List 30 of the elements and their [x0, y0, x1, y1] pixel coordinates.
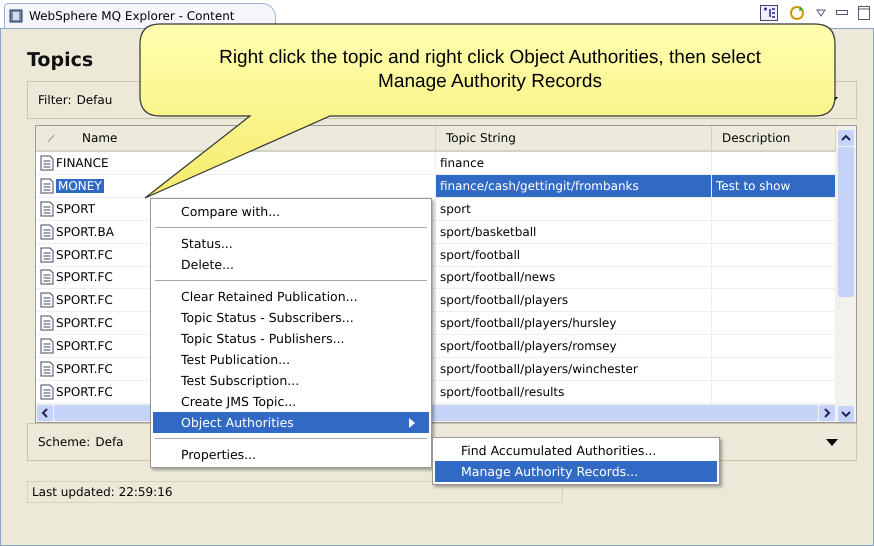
table-cell: SPORT.FC: [56, 293, 113, 308]
table-cell: SPORT.BA: [56, 224, 114, 239]
table-cell: SPORT.FC: [56, 362, 113, 376]
table-cell: sport/football/players/winchester: [440, 362, 638, 376]
filter-value: Defau: [76, 93, 114, 107]
filter-label: Filter:: [38, 93, 72, 107]
table-cell: SPORT.FC: [56, 316, 113, 330]
table-cell: FINANCE: [56, 156, 109, 170]
scheme-label: Scheme:: [38, 435, 90, 449]
table-cell: sport/football/players/hursley: [440, 316, 616, 330]
table-cell: finance/cash/gettingit/frombanks: [440, 178, 639, 193]
table-cell: sport/football/players: [440, 293, 568, 308]
table-cell: finance: [440, 156, 484, 170]
table-cell: MONEY: [56, 178, 104, 193]
table-cell: SPORT.FC: [56, 339, 113, 354]
table-cell: sport/football/results: [440, 385, 564, 400]
table-cell: sport/football: [440, 248, 520, 262]
table-cell: SPORT.FC: [56, 248, 113, 262]
table-cell: sport/football/players/romsey: [440, 339, 617, 354]
table-cell: sport: [440, 202, 471, 216]
table-cell: SPORT: [56, 202, 96, 216]
panel-title: Topics: [27, 49, 94, 71]
table-cell: sport/football/news: [440, 270, 556, 284]
table-cell: SPORT.FC: [56, 270, 113, 284]
scheme-value: Defa: [95, 435, 125, 449]
table-cell: sport/basketball: [440, 224, 536, 239]
table-cell: Test to show: [716, 178, 790, 193]
table-cell: SPORT.FC: [56, 385, 113, 400]
view-title: WebSphere MQ Explorer - Content: [29, 9, 235, 23]
callout-tooltip-text: Right click the topic and right click Object Authorities, then select Manage Authority Records: [218, 46, 762, 94]
